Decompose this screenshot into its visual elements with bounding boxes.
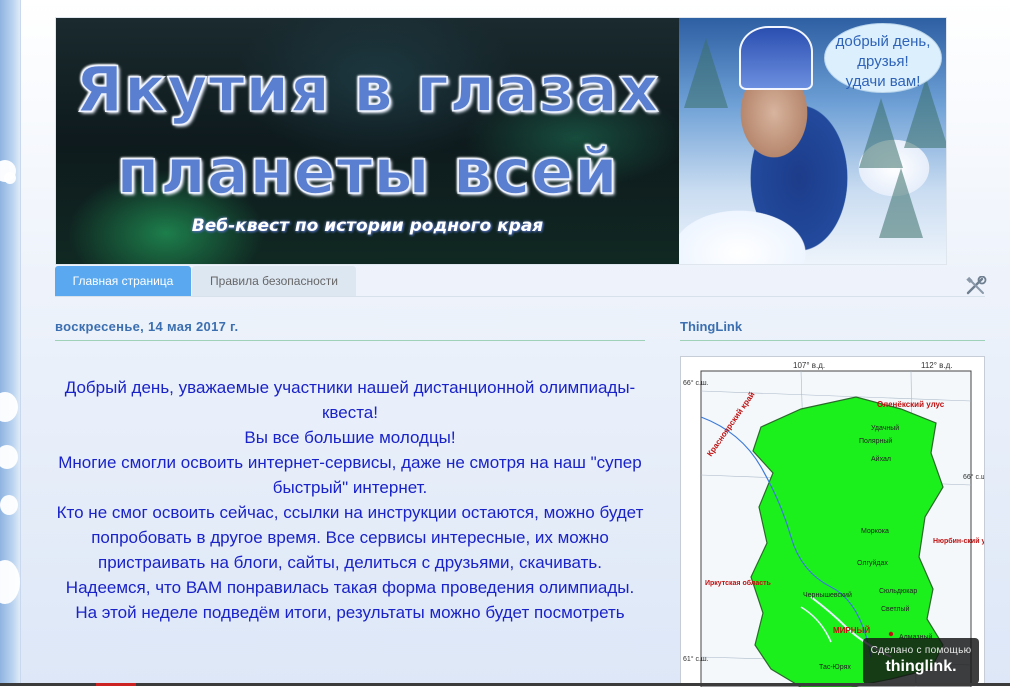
map-lon-label: 107° в.д. — [793, 361, 825, 370]
map-lat-label: 66° с.ш. — [683, 379, 709, 387]
map-region-label: Олгуйдах — [857, 559, 888, 567]
header-banner[interactable]: Якутия в глазах планеты всей Веб-квест п… — [55, 17, 947, 265]
map-lat-label: 61° с.ш. — [683, 655, 709, 663]
map-region-label: Удачный — [871, 424, 899, 432]
post-paragraph: Кто не смог освоить сейчас, ссылки на ин… — [56, 503, 644, 572]
speech-line-2: друзья! — [857, 53, 909, 70]
tools-icon[interactable] — [965, 276, 987, 296]
thinglink-logo: thinglink. — [885, 658, 957, 675]
map-region-label: Чернышевский — [803, 591, 852, 599]
map-region-label: Сюльдюкар — [879, 588, 917, 595]
post-body: Добрый день, уважаемые участники нашей д… — [55, 375, 645, 625]
sidebar-title-divider — [680, 340, 985, 341]
map-region-label: Светлый — [881, 605, 910, 613]
post-date-divider — [55, 340, 645, 341]
headdress-icon — [739, 26, 813, 90]
tabs-divider — [55, 296, 985, 297]
post-paragraph: Добрый день, уважаемые участники нашей д… — [64, 378, 636, 422]
map-region-label: Моркока — [861, 528, 889, 535]
map-lon-label: 112° в.д. — [921, 361, 953, 370]
map-region-label: МИРНЫЙ — [833, 626, 870, 635]
post-paragraph: Надеемся, что ВАМ понравилась такая форм… — [65, 578, 635, 597]
tab-safety-rules[interactable]: Правила безопасности — [192, 266, 356, 296]
map-region-label: Полярный — [859, 437, 892, 445]
map-lat-label: 66° с.ш. — [963, 473, 984, 481]
post-paragraph: Многие смогли освоить интернет-сервисы, … — [58, 453, 642, 497]
map-region-label: Оленёкский улус — [877, 400, 945, 409]
thinglink-badge[interactable]: Сделано с помощью thinglink. — [863, 638, 979, 684]
post-paragraph: Вы все большие молодцы! — [244, 428, 456, 447]
thinglink-badge-caption: Сделано с помощью — [870, 645, 972, 656]
left-decor-strip — [0, 0, 21, 686]
map-region-label: Иркутская область — [705, 579, 772, 587]
tab-home[interactable]: Главная страница — [55, 266, 191, 296]
banner-subtitle: Веб-квест по истории родного края — [191, 216, 544, 236]
map-region-label: Тас-Юрях — [819, 664, 851, 671]
sidebar-thinglink-title: ThingLink — [680, 319, 743, 334]
speech-line-1: добрый день, — [835, 33, 931, 50]
map-region-label: Нюрбин-ский улус — [933, 537, 984, 545]
map-region-label: Айхал — [871, 455, 891, 463]
thinglink-map[interactable]: 107° в.д. 112° в.д. 66° с.ш. 66° с.ш. 61… — [680, 356, 985, 687]
banner-title-line-1: Якутия в глазах — [75, 53, 660, 126]
banner-title-line-2: планеты всей — [116, 135, 619, 208]
speech-line-3: удачи вам! — [845, 73, 921, 90]
post-date: воскресенье, 14 мая 2017 г. — [55, 319, 239, 334]
banner-photo-girl-in-snow: добрый день, друзья! удачи вам! — [679, 18, 946, 264]
speech-bubble: добрый день, друзья! удачи вам! — [824, 23, 942, 93]
post-paragraph: На этой неделе подведём итоги, результат… — [75, 603, 625, 622]
